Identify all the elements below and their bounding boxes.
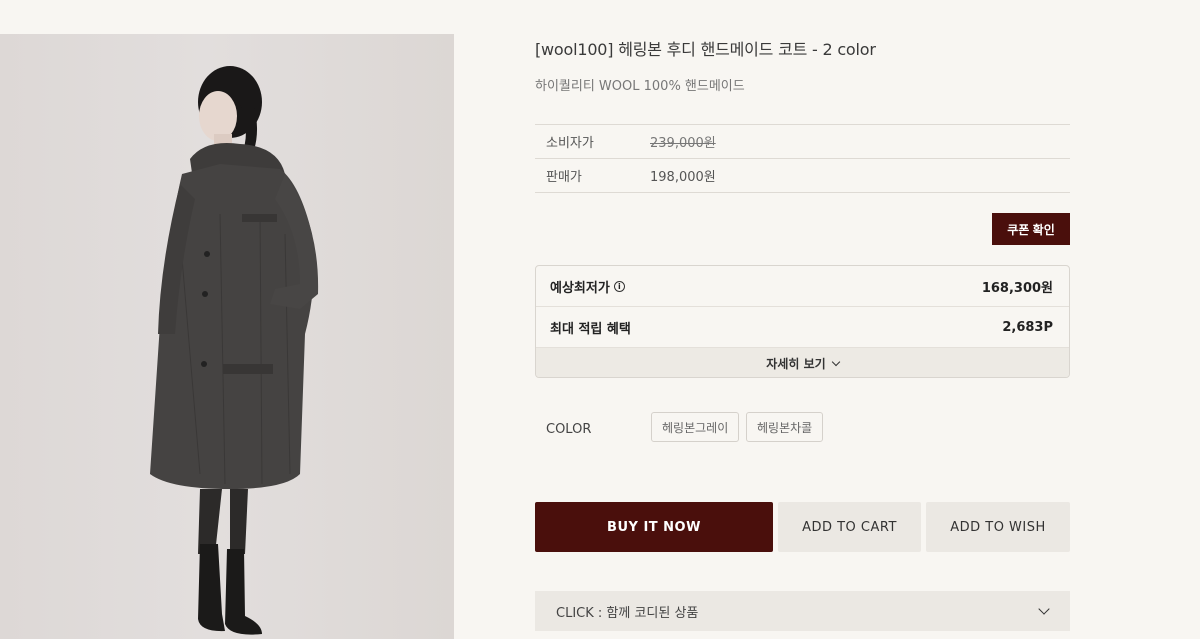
price-table: 소비자가 239,000원 판매가 198,000원	[535, 124, 1070, 193]
retail-price-label: 소비자가	[546, 136, 594, 151]
sale-price-label: 판매가	[546, 170, 582, 185]
points-value: 2,683P	[1002, 319, 1053, 335]
info-circle-icon[interactable]: i	[613, 280, 625, 292]
expected-price-value: 168,300원	[981, 280, 1053, 296]
product-title: [wool100] 헤링본 후디 핸드메이드 코트 - 2 color	[535, 40, 876, 59]
detail-toggle-button[interactable]: 자세히 보기	[536, 348, 1069, 377]
buy-now-button[interactable]: BUY IT NOW	[535, 502, 773, 552]
chevron-down-icon	[831, 357, 840, 367]
price-row-sale: 판매가 198,000원	[535, 159, 1070, 193]
color-option-herringbone-gray[interactable]: 헤링본그레이	[651, 412, 740, 442]
detail-toggle-label: 자세히 보기	[766, 357, 826, 371]
expected-price-label: 예상최저가	[550, 280, 610, 296]
coupon-check-button[interactable]: 쿠폰 확인	[992, 213, 1070, 245]
coordi-products-toggle[interactable]: CLICK : 함께 코디된 상품	[535, 591, 1070, 631]
expected-price-row: 예상최저가 i 168,300원	[536, 266, 1069, 307]
color-option-herringbone-charcoal[interactable]: 헤링본차콜	[746, 412, 824, 442]
price-row-retail: 소비자가 239,000원	[535, 125, 1070, 159]
model-wearing-coat-illustration	[150, 66, 319, 635]
product-subtitle: 하이퀄리티 WOOL 100% 핸드메이드	[535, 79, 745, 94]
product-image	[0, 34, 454, 639]
points-label: 최대 적립 혜택	[550, 321, 631, 337]
add-to-wish-button[interactable]: ADD TO WISH	[926, 502, 1070, 552]
benefit-box: 예상최저가 i 168,300원 최대 적립 혜택 2,683P 자세히 보기	[535, 265, 1070, 378]
chevron-down-icon	[1038, 603, 1050, 615]
coordi-label: CLICK : 함께 코디된 상품	[556, 605, 699, 621]
color-label: COLOR	[546, 422, 592, 437]
sale-price-value: 198,000원	[650, 170, 716, 185]
points-row: 최대 적립 혜택 2,683P	[536, 307, 1069, 348]
add-to-cart-button[interactable]: ADD TO CART	[778, 502, 921, 552]
retail-price-value: 239,000원	[650, 136, 716, 151]
